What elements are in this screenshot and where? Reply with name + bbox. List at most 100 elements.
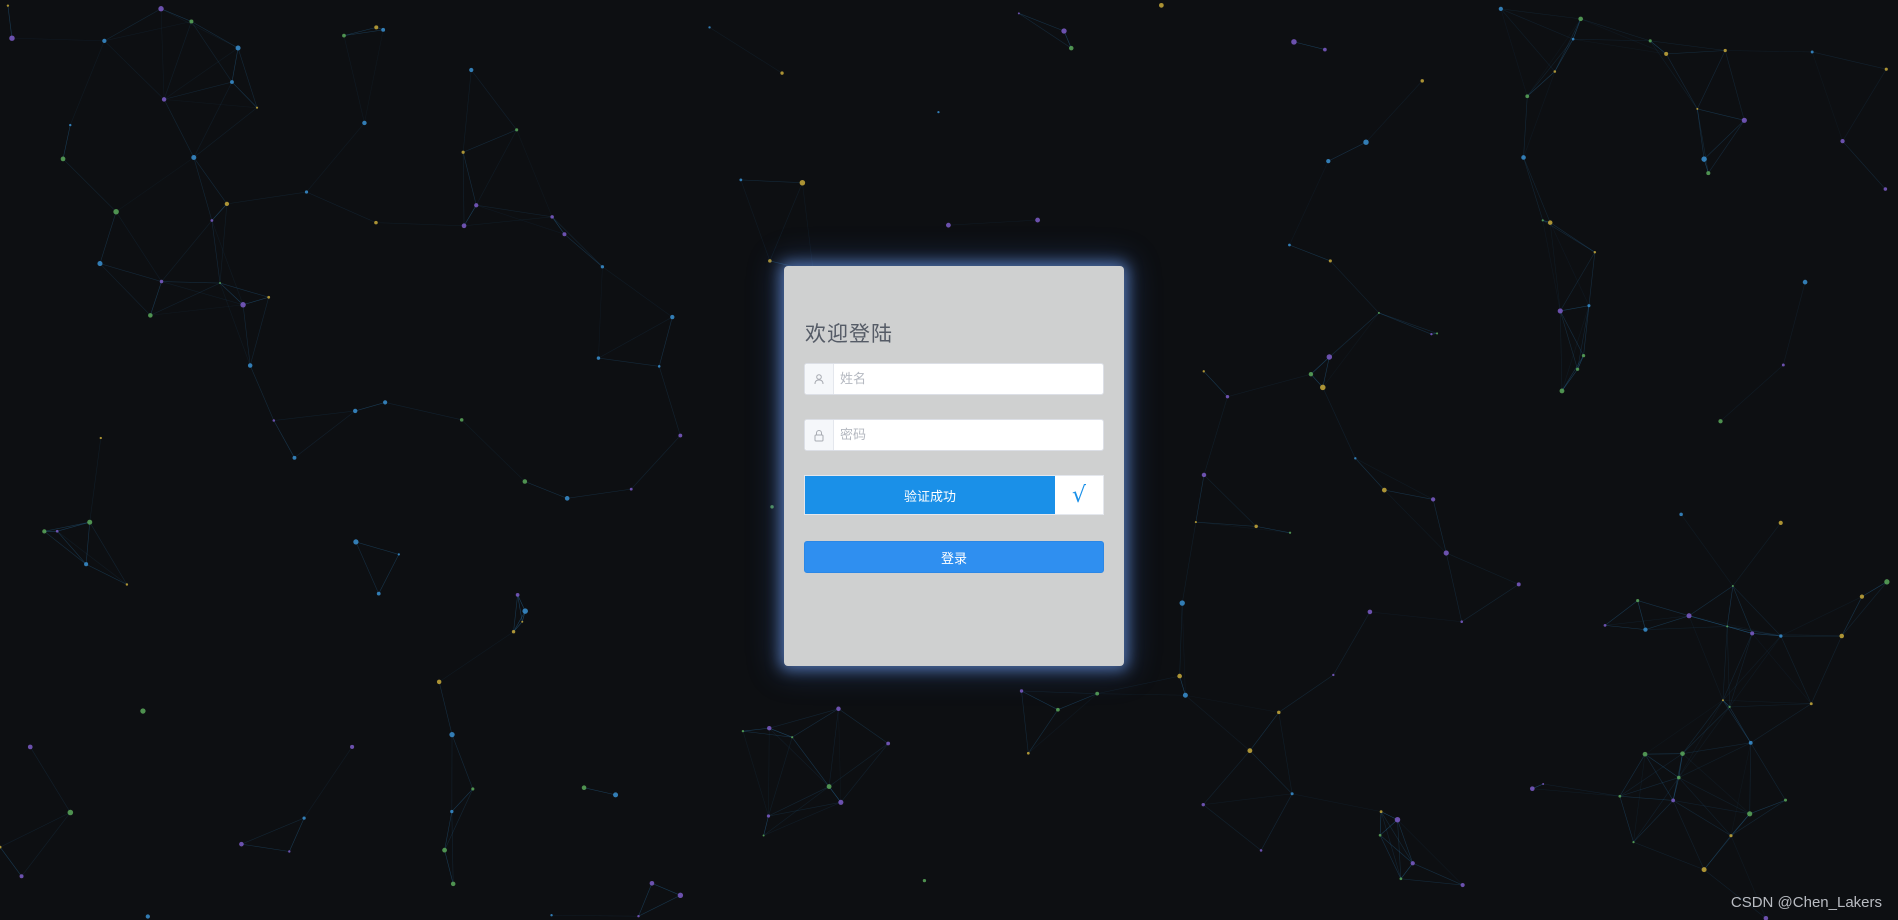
particle-dot: [1291, 39, 1297, 45]
particle-dot: [1679, 512, 1683, 517]
particle-dot: [1884, 67, 1888, 71]
particle-dot: [1225, 394, 1230, 399]
particle-dot: [600, 265, 605, 269]
particle-dot: [235, 45, 241, 51]
particle-dot: [99, 436, 102, 440]
particle-dot: [511, 630, 516, 634]
particle-dot: [1747, 811, 1753, 817]
particle-dot: [1559, 388, 1565, 394]
particle-dot: [838, 799, 844, 805]
particle-dot: [1648, 39, 1652, 43]
particle-dot: [374, 25, 379, 30]
particle-dot: [1201, 802, 1205, 807]
particle-dot: [1328, 259, 1332, 263]
particle-dot: [1394, 817, 1401, 823]
particle-dot: [1779, 634, 1783, 638]
particle-dot: [937, 111, 940, 114]
particle-dot: [1521, 155, 1526, 160]
particle-dot: [768, 259, 772, 263]
particle-dot: [522, 479, 528, 484]
particle-dot: [1288, 531, 1292, 534]
particle-dot: [350, 744, 355, 749]
particle-dot: [1202, 370, 1205, 373]
particle-dot: [1410, 861, 1415, 866]
particle-dot: [1436, 332, 1439, 335]
particle-dot: [1056, 707, 1060, 712]
password-field[interactable]: [804, 419, 1104, 451]
name-input[interactable]: [834, 365, 1103, 393]
particle-dot: [224, 201, 230, 207]
particle-dot: [521, 620, 524, 623]
particle-dot: [1290, 792, 1294, 796]
password-input[interactable]: [834, 421, 1103, 449]
watermark: CSDN @Chen_Lakers: [1730, 894, 1882, 911]
particle-dot: [6, 4, 10, 7]
particle-dot: [1378, 833, 1382, 837]
particle-dot: [1529, 786, 1535, 792]
particle-dot: [1095, 691, 1100, 696]
particle-dot: [1750, 631, 1755, 636]
particle-dot: [449, 731, 455, 738]
slider-verification[interactable]: 验证成功 √: [804, 475, 1104, 515]
particle-dot: [708, 26, 711, 29]
particle-dot: [613, 792, 619, 798]
particle-dot: [383, 400, 388, 405]
particle-dot: [87, 519, 93, 525]
particle-dot: [1840, 139, 1845, 144]
particle-dot: [1701, 156, 1707, 162]
particle-dot: [19, 874, 24, 879]
particle-dot: [515, 592, 520, 597]
login-button[interactable]: 登录: [804, 541, 1104, 573]
login-title: 欢迎登陆: [805, 322, 893, 346]
particle-dot: [1632, 841, 1635, 844]
particle-dot: [450, 881, 456, 887]
particle-dot: [1731, 584, 1734, 588]
particle-dot: [1323, 47, 1327, 52]
particle-dot: [140, 708, 146, 714]
particle-dot: [272, 419, 276, 422]
particle-dot: [550, 914, 553, 917]
particle-dot: [826, 784, 832, 789]
name-field[interactable]: [804, 363, 1104, 395]
particle-dot: [1354, 457, 1357, 460]
particle-dot: [1320, 384, 1326, 391]
particle-dot: [210, 219, 214, 222]
particle-dot: [1671, 798, 1676, 803]
particle-dot: [9, 35, 15, 41]
particle-dot: [1420, 79, 1424, 83]
particle-dot: [1636, 599, 1640, 603]
particle-dot: [1587, 304, 1591, 308]
particle-dot: [97, 261, 103, 267]
particle-dot: [304, 190, 309, 194]
particle-dot: [770, 505, 774, 509]
particle-dot: [1593, 251, 1597, 254]
lock-icon: [805, 420, 834, 450]
particle-dot: [471, 787, 475, 791]
particle-dot: [1381, 487, 1387, 493]
particle-dot: [1696, 107, 1699, 110]
login-page: 欢迎登陆 验证成功 √ 登录 CSDN @C: [0, 0, 1898, 920]
particle-dot: [1778, 520, 1783, 525]
particle-dot: [1809, 702, 1813, 706]
particle-dot: [739, 178, 743, 182]
particle-dot: [302, 816, 306, 820]
particle-dot: [84, 562, 89, 567]
particle-dot: [1068, 45, 1074, 51]
particle-dot: [562, 232, 567, 237]
particle-dot: [1839, 633, 1845, 639]
particle-dot: [1729, 834, 1733, 838]
particle-dot: [145, 914, 150, 919]
particle-dot: [1542, 782, 1545, 786]
particle-dot: [474, 203, 479, 208]
particle-dot: [461, 150, 465, 154]
particle-dot: [1254, 524, 1258, 529]
particle-dot: [1718, 419, 1723, 424]
particle-dot: [189, 19, 194, 24]
particle-dot: [60, 156, 66, 162]
particle-dot: [1557, 308, 1563, 314]
particle-dot: [288, 850, 291, 853]
particle-dot: [1643, 627, 1648, 632]
verify-handle-check-icon[interactable]: √: [1055, 476, 1103, 514]
login-card: 欢迎登陆 验证成功 √ 登录: [784, 266, 1124, 666]
particle-dot: [230, 80, 234, 84]
